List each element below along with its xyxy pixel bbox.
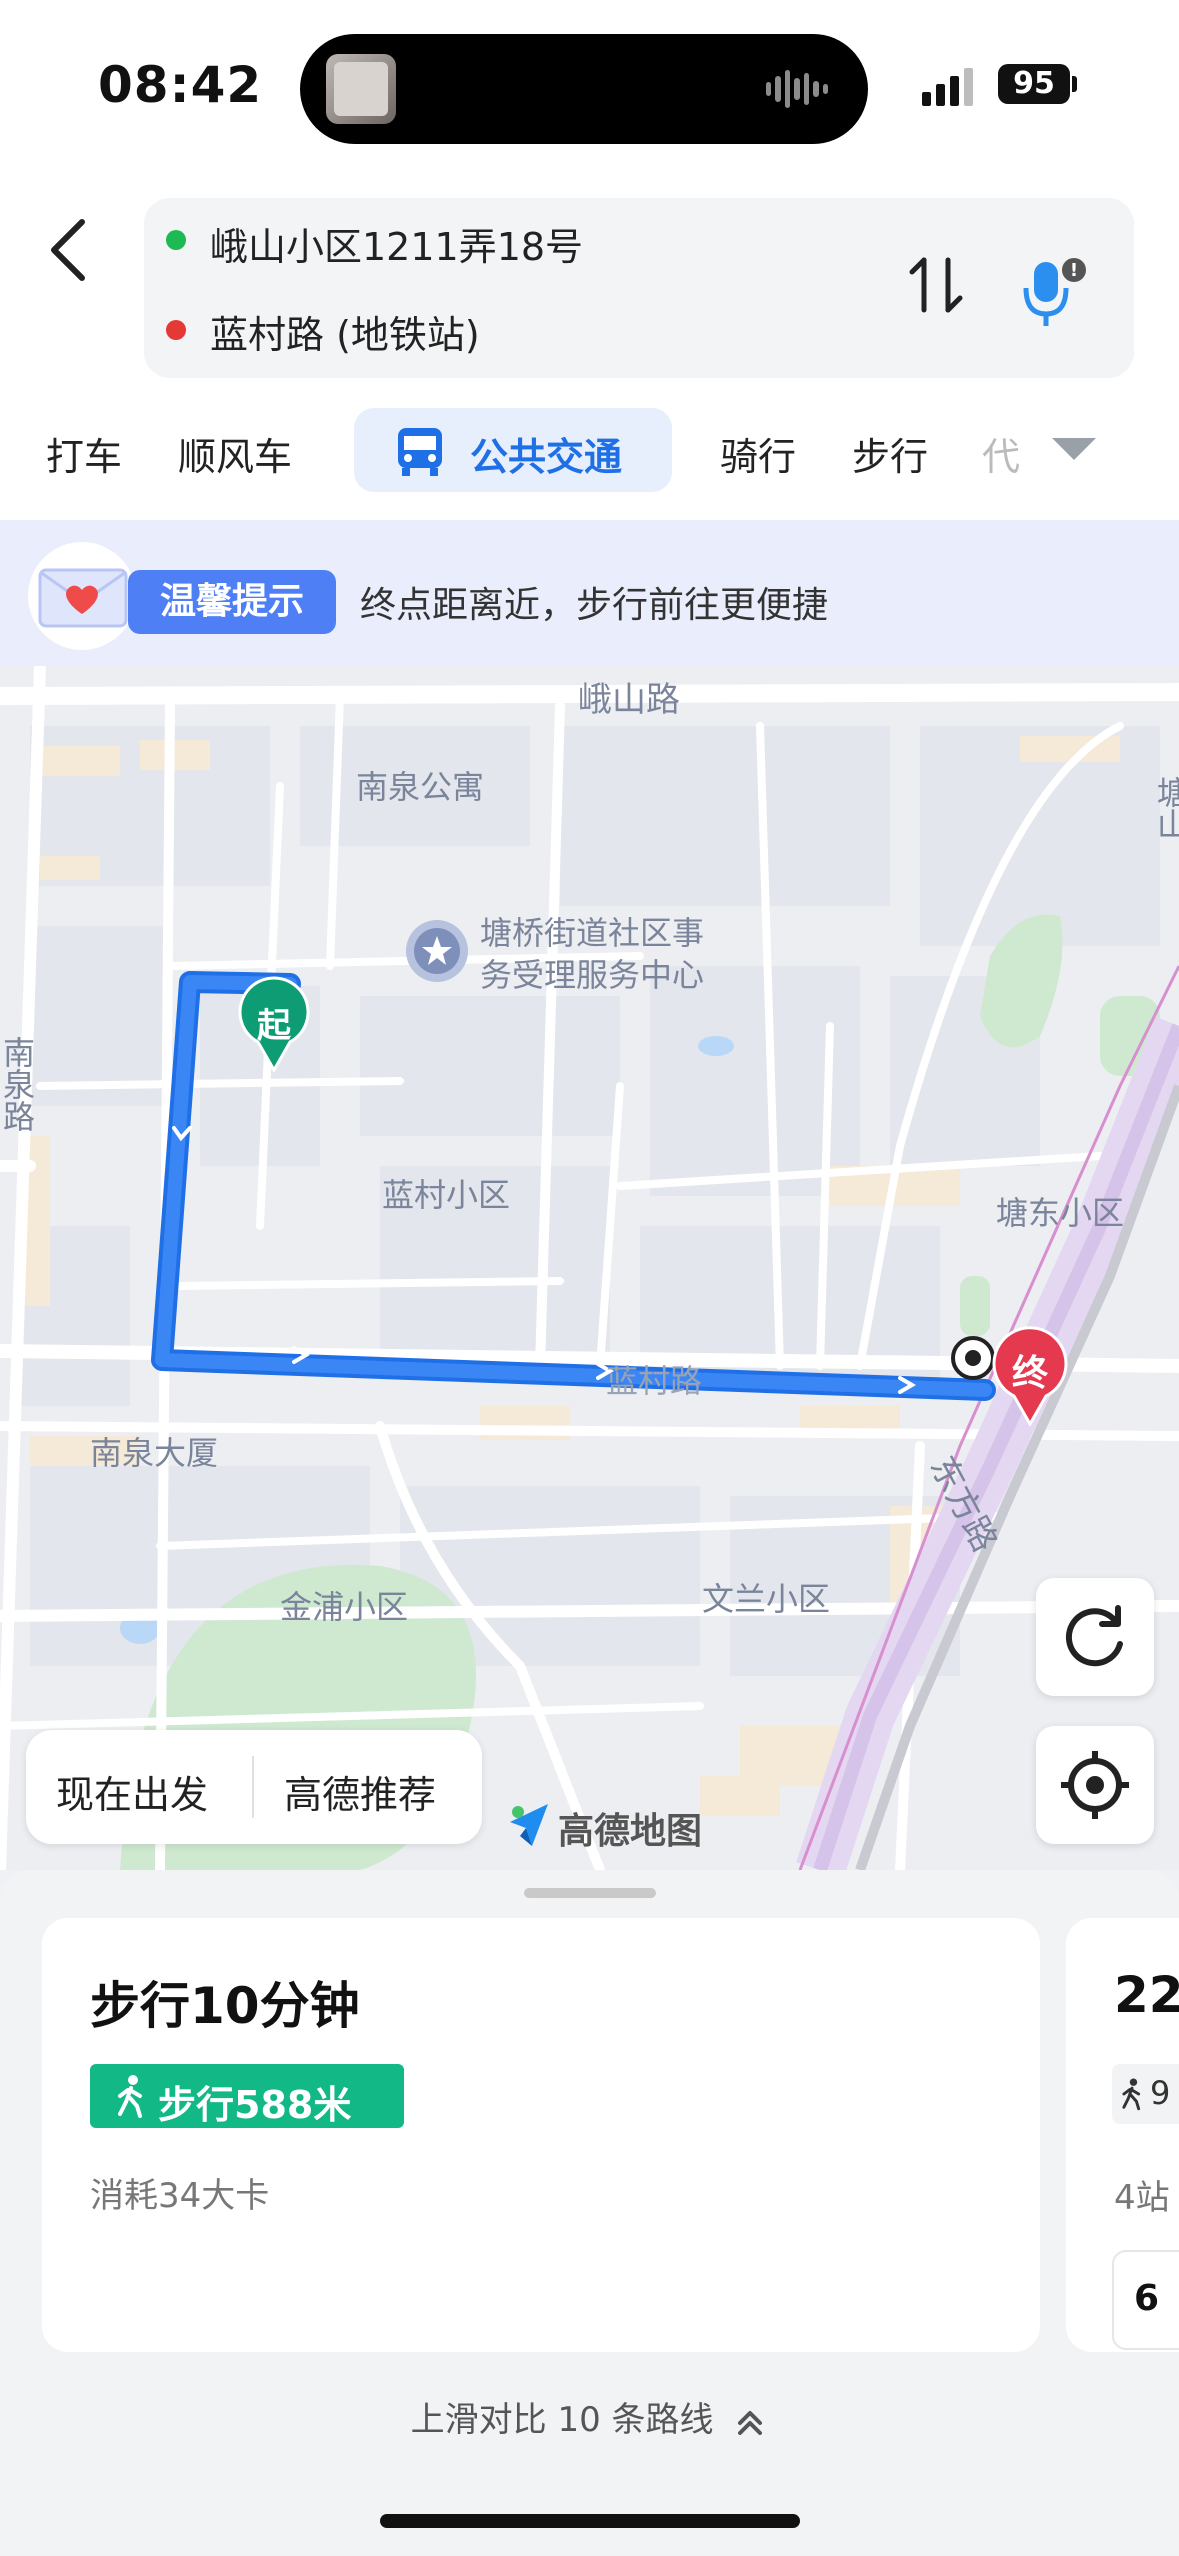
map-label-service-center-2: 务受理服务中心 — [480, 956, 705, 994]
origin-field[interactable]: 峨山小区1211弄18号 — [210, 216, 583, 271]
walking-person-icon — [118, 2075, 142, 2118]
battery-tip — [1072, 76, 1077, 92]
transit-line-label: 6 — [1134, 2278, 1160, 2319]
battery-icon: 95 — [998, 64, 1070, 104]
map-label-wenlan: 文兰小区 — [702, 1580, 831, 1618]
brand-text: 高德地图 — [558, 1811, 703, 1852]
chevron-down-icon[interactable] — [1052, 438, 1096, 460]
map-label-service-center-1: 塘桥街道社区事 — [480, 914, 705, 952]
dynamic-island[interactable] — [300, 34, 868, 144]
transit-stops-text: 4站 — [1114, 2178, 1170, 2218]
map-label-lancun-xiaoqu: 蓝村小区 — [382, 1176, 511, 1214]
transit-walk-value: 9 — [1150, 2074, 1171, 2112]
start-marker[interactable]: 起 — [236, 976, 312, 1072]
tab-public-transit[interactable]: 公共交通 — [354, 408, 672, 492]
transit-card-title: 22 — [1114, 1966, 1179, 2024]
tab-cycling[interactable]: 骑行 — [720, 426, 796, 481]
divider — [252, 1756, 254, 1818]
tab-walking[interactable]: 步行 — [852, 426, 928, 481]
home-indicator[interactable] — [380, 2514, 800, 2528]
tab-more[interactable]: 代 — [982, 426, 1020, 481]
gaode-recommend-button[interactable]: 高德推荐 — [284, 1764, 436, 1819]
origin-dot — [166, 230, 186, 250]
end-marker-label: 终 — [1011, 1353, 1048, 1394]
map-label-lancun-road: 蓝村路 — [606, 1362, 703, 1400]
map-label-nanquan-dasha: 南泉大厦 — [90, 1434, 219, 1472]
map-label-left-edge: 南泉路 — [0, 1036, 36, 1132]
walking-person-icon — [1122, 2078, 1141, 2111]
route-input-box[interactable]: 峨山小区1211弄18号 蓝村路 (地铁站) — [144, 198, 1134, 378]
transit-line-box: 6 — [1112, 2250, 1179, 2350]
audio-wave-icon — [766, 69, 828, 109]
gaode-logo-icon — [510, 1804, 548, 1846]
tab-public-transit-label: 公共交通 — [470, 435, 623, 479]
tab-carpool[interactable]: 顺风车 — [178, 426, 292, 481]
voice-input-icon[interactable]: ! — [1014, 252, 1094, 332]
map-label-jinpu: 金浦小区 — [280, 1588, 409, 1626]
map-view[interactable]: 起 终 峨山路 南泉公寓 塘桥街道社区事 务受理服务中心 蓝村小区 塘东小区 蓝… — [0, 666, 1179, 1870]
chevron-up-icon — [738, 2410, 763, 2435]
swap-icon[interactable] — [906, 250, 966, 320]
bus-icon — [398, 428, 442, 476]
locate-button[interactable] — [1036, 1726, 1154, 1844]
compare-routes-text: 上滑对比 10 条路线 — [410, 2400, 714, 2440]
calories-text: 消耗34大卡 — [90, 2176, 270, 2216]
walking-distance-text: 步行588米 — [158, 2083, 352, 2127]
map-canvas — [0, 666, 1179, 1870]
locate-icon — [1061, 1751, 1129, 1819]
status-time: 08:42 — [98, 56, 263, 114]
album-art-icon — [326, 54, 396, 124]
map-label-tangdong: 塘东小区 — [996, 1194, 1125, 1232]
refresh-button[interactable] — [1036, 1578, 1154, 1696]
end-marker[interactable]: 终 — [990, 1326, 1070, 1426]
poi-star-icon[interactable] — [406, 920, 468, 982]
signal-icon — [922, 68, 973, 106]
map-label-right-edge: 塘山 — [1152, 776, 1179, 840]
destination-field[interactable]: 蓝村路 (地铁站) — [210, 304, 480, 359]
compare-routes-hint[interactable]: 上滑对比 10 条路线 — [0, 2392, 1179, 2441]
transit-walk-chip: 9 — [1112, 2064, 1179, 2124]
tip-message: 终点距离近，步行前往更便捷 — [360, 585, 829, 626]
tab-taxi[interactable]: 打车 — [46, 426, 122, 481]
tip-badge: 温馨提示 — [128, 570, 336, 634]
walking-distance-badge: 步行588米 — [90, 2064, 404, 2128]
back-arrow-icon[interactable] — [40, 210, 100, 290]
brand-logo: 高德地图 — [506, 1800, 702, 1854]
destination-dot — [166, 320, 186, 340]
sheet-drag-handle[interactable] — [524, 1888, 656, 1898]
departure-options: 现在出发 高德推荐 — [26, 1730, 482, 1844]
map-label-nanquan-apartment: 南泉公寓 — [356, 768, 485, 806]
svg-text:!: ! — [1070, 260, 1078, 281]
route-card-title: 步行10分钟 — [90, 1977, 360, 2035]
transport-mode-tabs: 打车 顺风车 公共交通 骑行 步行 代 — [0, 408, 1179, 498]
start-marker-label: 起 — [257, 1006, 291, 1046]
map-label-eshan-road: 峨山路 — [578, 680, 680, 720]
refresh-icon — [1065, 1605, 1123, 1667]
depart-now-button[interactable]: 现在出发 — [56, 1764, 208, 1819]
